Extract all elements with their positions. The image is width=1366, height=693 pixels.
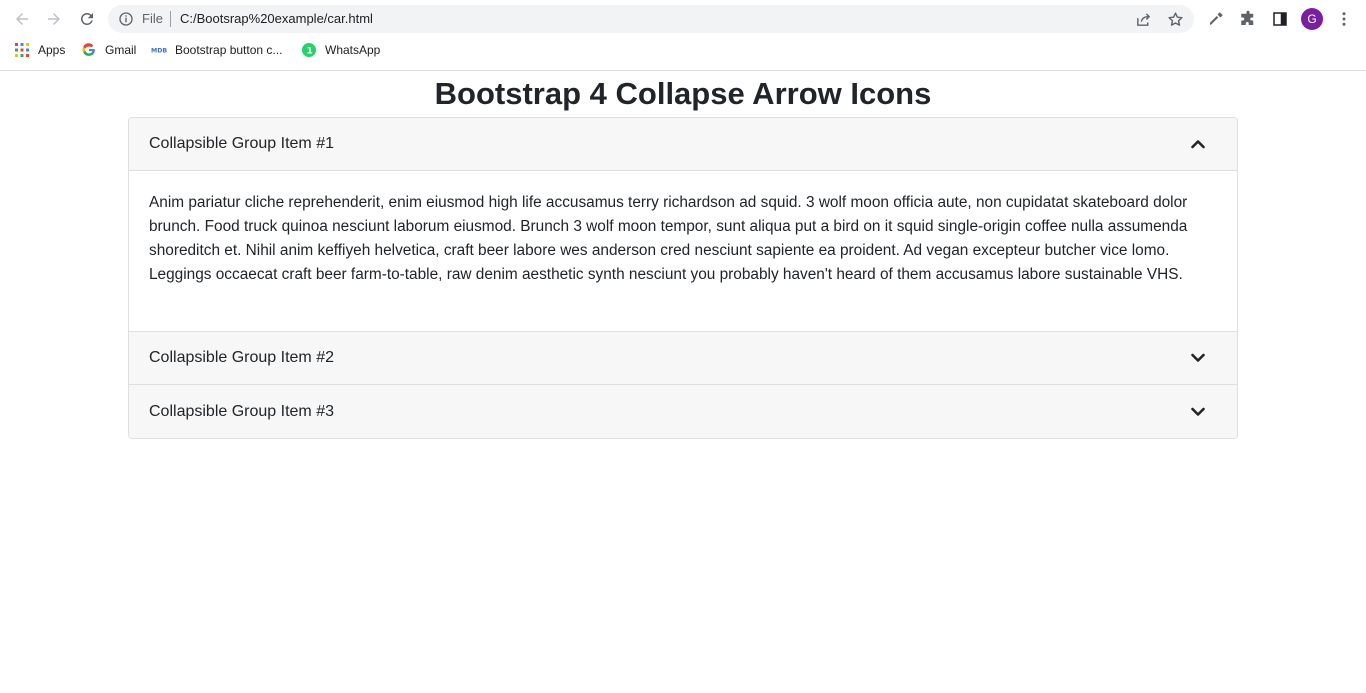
bookmark-label: Bootstrap button c... <box>175 43 283 57</box>
profile-avatar[interactable]: G <box>1301 8 1323 30</box>
forward-arrow-icon[interactable] <box>43 8 65 30</box>
bookmark-star-icon[interactable] <box>1166 10 1184 28</box>
accordion-header-item-2[interactable]: Collapsible Group Item #2 <box>129 332 1237 385</box>
mdb-icon: MDB <box>151 42 167 58</box>
accordion-title: Collapsible Group Item #2 <box>149 349 334 366</box>
svg-text:1: 1 <box>307 47 313 57</box>
accordion-header-item-3[interactable]: Collapsible Group Item #3 <box>129 385 1237 438</box>
accordion-header-item-1[interactable]: Collapsible Group Item #1 <box>129 118 1237 171</box>
extensions-puzzle-icon[interactable] <box>1238 9 1258 29</box>
accordion-title: Collapsible Group Item #3 <box>149 402 334 420</box>
accordion-body-item-1: Anim pariatur cliche reprehenderit, enim… <box>129 171 1237 332</box>
bookmark-whatsapp[interactable]: 1 WhatsApp <box>301 42 380 58</box>
apps-grid-icon <box>14 42 30 58</box>
bookmark-label: WhatsApp <box>325 43 381 57</box>
url-scheme-label: File <box>142 11 163 26</box>
reload-icon[interactable] <box>76 8 98 30</box>
bookmarks-bar: Apps Gmail MDB Bootstrap button c... 1 W… <box>0 38 1366 64</box>
info-icon[interactable] <box>118 11 134 27</box>
whatsapp-icon: 1 <box>301 42 317 58</box>
chevron-down-icon[interactable] <box>1189 403 1207 421</box>
chevron-down-icon[interactable] <box>1189 349 1207 367</box>
bookmark-label: Gmail <box>105 43 137 57</box>
browser-toolbar: File C:/Bootsrap%20example/car.html G <box>0 0 1366 38</box>
share-icon[interactable] <box>1134 10 1152 28</box>
eyedropper-icon[interactable] <box>1206 9 1226 29</box>
bookmark-label: Apps <box>38 43 66 57</box>
bookmark-gmail[interactable]: Gmail <box>81 42 136 58</box>
accordion: Collapsible Group Item #1 Anim pariatur … <box>128 117 1238 439</box>
page-title: Bootstrap 4 Collapse Arrow Icons <box>434 76 932 111</box>
google-icon <box>81 42 97 58</box>
page-content: Bootstrap 4 Collapse Arrow Icons Collaps… <box>0 71 1366 439</box>
bookmark-bootstrap[interactable]: MDB Bootstrap button c... <box>151 42 282 58</box>
side-panel-icon[interactable] <box>1270 9 1290 29</box>
address-bar[interactable]: File C:/Bootsrap%20example/car.html <box>108 5 1194 33</box>
chevron-up-icon[interactable] <box>1189 135 1207 153</box>
back-arrow-icon[interactable] <box>11 8 33 30</box>
svg-text:MDB: MDB <box>151 48 167 55</box>
bookmark-apps[interactable]: Apps <box>14 42 65 58</box>
url-text[interactable]: C:/Bootsrap%20example/car.html <box>180 11 373 26</box>
more-menu-icon[interactable] <box>1334 9 1354 29</box>
divider <box>170 11 171 27</box>
accordion-title: Collapsible Group Item #1 <box>149 135 334 152</box>
browser-chrome: File C:/Bootsrap%20example/car.html G Ap… <box>0 0 1366 71</box>
